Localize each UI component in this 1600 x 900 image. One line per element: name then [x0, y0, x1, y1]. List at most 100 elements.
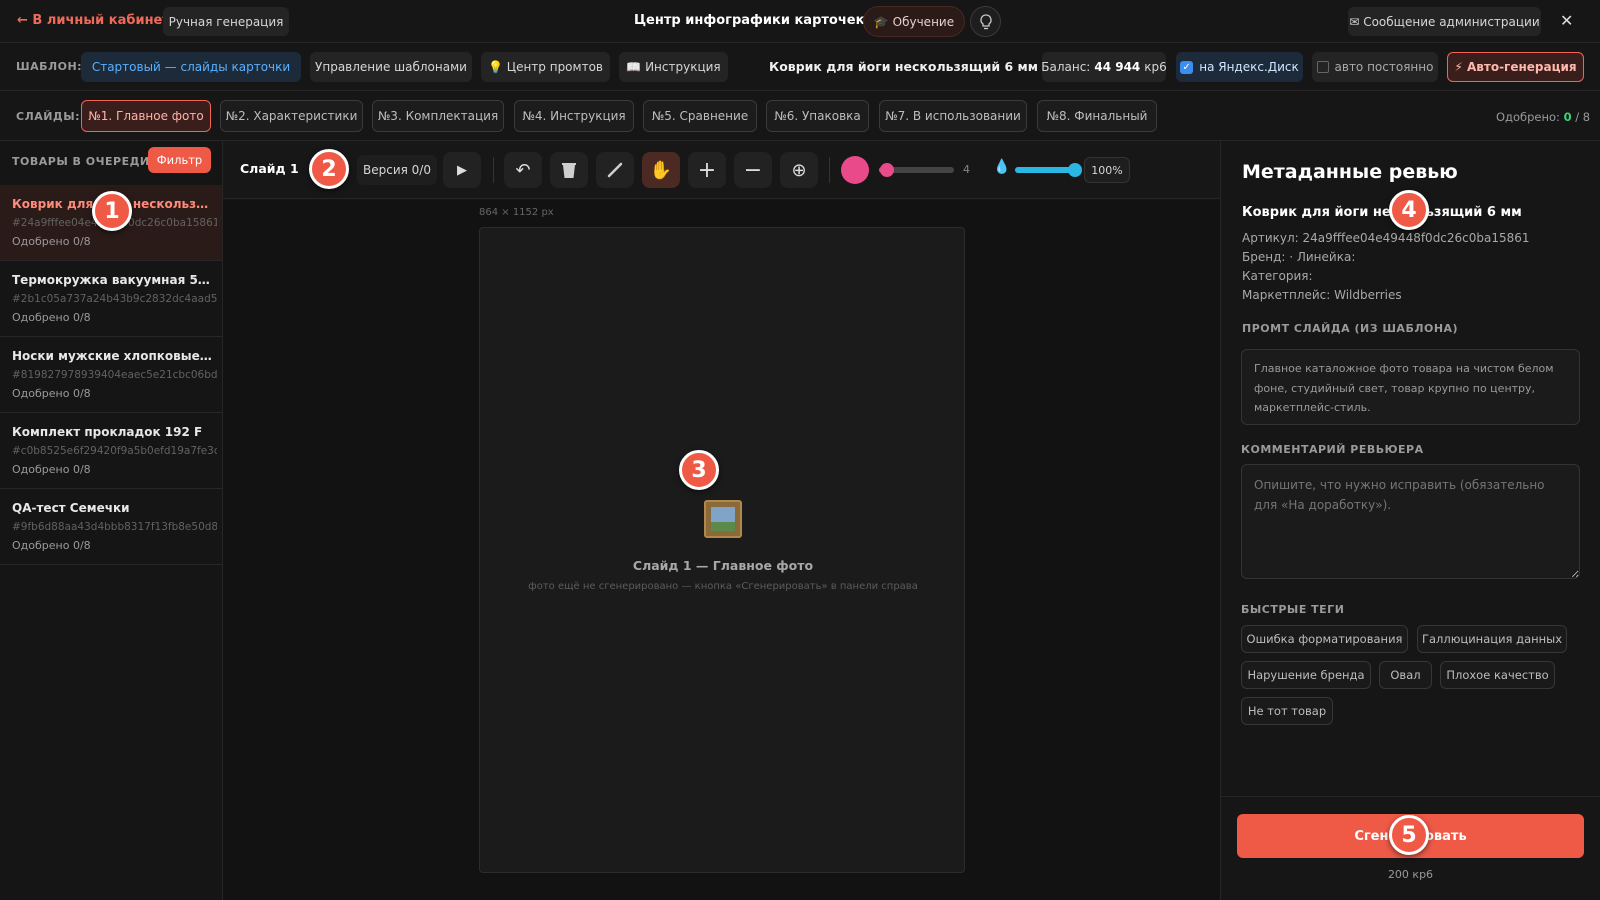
slide-tab-1[interactable]: №1. Главное фото — [81, 100, 211, 132]
queue-title: ТОВАРЫ В ОЧЕРЕДИ — [12, 155, 150, 168]
slide-canvas[interactable]: Слайд 1 — Главное фото фото ещё не сгене… — [479, 227, 965, 873]
review-footer-divider — [1221, 796, 1600, 797]
lightbulb-icon[interactable] — [970, 6, 1001, 37]
balance-label: Баланс: — [1041, 60, 1091, 74]
slide-tab-8[interactable]: №8. Финальный — [1037, 100, 1157, 132]
approved-label: Одобрено: — [1496, 110, 1560, 124]
queue-item-title: Носки мужские хлопковые набор 5 пар — [12, 349, 212, 363]
slide-tab-6[interactable]: №6. Упаковка — [766, 100, 869, 132]
queue-item-id: #819827978939404eaec5e21cbc06bdcb — [12, 369, 217, 381]
image-placeholder-icon — [704, 500, 742, 538]
top-bar: ← В личный кабинет Ручная генерация Цент… — [0, 0, 1600, 43]
queue-item-approved: Одобрено 0/8 — [12, 311, 91, 324]
queue-item[interactable]: Термокружка вакуумная 500 мл стальная #2… — [0, 261, 222, 337]
slide-tab-3[interactable]: №3. Комплектация — [372, 100, 504, 132]
toolbar-divider — [493, 157, 494, 183]
queue-item[interactable]: Комплект прокладок 192 F #c0b8525e6f2942… — [0, 413, 222, 489]
canvas-dimensions: 864 × 1152 px — [479, 207, 554, 218]
version-select[interactable]: Версия 0/0 — [357, 155, 437, 185]
zoom-in-icon[interactable]: + — [688, 152, 726, 188]
queue-item[interactable]: QA-тест Семечки #9fb6d88aa43d4bbb8317f13… — [0, 489, 222, 565]
tags-label: БЫСТРЫЕ ТЕГИ — [1241, 603, 1345, 616]
review-marketplace: Маркетплейс: Wildberries — [1242, 288, 1402, 302]
quick-tag[interactable]: Овал — [1379, 661, 1432, 689]
review-product: Коврик для йоги нескользящий 6 мм — [1242, 205, 1522, 220]
slides-bar: СЛАЙДЫ: №1. Главное фото №2. Характерист… — [0, 91, 1600, 141]
queue-item[interactable]: Носки мужские хлопковые набор 5 пар #819… — [0, 337, 222, 413]
slide-title: Слайд 1 — Главное фото — [632, 558, 814, 573]
template-bar: ШАБЛОН: Стартовый — слайды карточки Упра… — [0, 43, 1600, 91]
badge-5: 5 — [1389, 815, 1429, 855]
slide-label: Слайд 1 — [240, 161, 299, 176]
undo-icon[interactable]: ↶ — [504, 152, 542, 188]
brush-icon[interactable] — [596, 152, 634, 188]
current-product-title: Коврик для йоги нескользящий 6 мм — [769, 59, 1038, 74]
review-category: Категория: — [1242, 269, 1313, 283]
review-brand: Бренд: · Линейка: — [1242, 250, 1356, 264]
quick-tag[interactable]: Нарушение бренда — [1241, 661, 1371, 689]
template-label: ШАБЛОН: — [16, 60, 83, 73]
queue-item-title: QA-тест Семечки — [12, 501, 130, 515]
slide-tab-2[interactable]: №2. Характеристики — [220, 100, 363, 132]
back-link[interactable]: ← В личный кабинет — [17, 13, 170, 28]
brush-size-knob[interactable] — [879, 163, 894, 177]
queue-sidebar: ТОВАРЫ В ОЧЕРЕДИ Фильтр Коврик для йоги … — [0, 141, 223, 900]
queue-item-id: #9fb6d88aa43d4bbb8317f13fb8e50d8b — [12, 521, 217, 533]
toolbar-divider — [829, 157, 830, 183]
manage-templates-button[interactable]: Управление шаблонами — [310, 52, 472, 82]
filter-button[interactable]: Фильтр — [148, 147, 211, 173]
slide-tab-5[interactable]: №5. Сравнение — [643, 100, 757, 132]
queue-item-title: Комплект прокладок 192 F — [12, 425, 203, 439]
brush-size-slider[interactable] — [879, 163, 954, 177]
prompt-text: Главное каталожное фото товара на чистом… — [1254, 362, 1554, 414]
review-title: Метаданные ревью — [1242, 161, 1458, 183]
instruction-button[interactable]: 📖 Инструкция — [619, 52, 728, 82]
slides-label: СЛАЙДЫ: — [16, 110, 81, 123]
template-select[interactable]: Стартовый — слайды карточки — [81, 52, 301, 82]
prompt-center-button[interactable]: 💡 Центр промтов — [481, 52, 610, 82]
prompt-box: Главное каталожное фото товара на чистом… — [1241, 349, 1580, 425]
zoom-out-icon[interactable]: − — [734, 152, 772, 188]
badge-3: 3 — [679, 450, 719, 490]
approved-value: 0 — [1563, 110, 1572, 124]
approved-counter: Одобрено: 0 / 8 — [1496, 110, 1590, 124]
slide-tab-4[interactable]: №4. Инструкция — [514, 100, 634, 132]
quick-tag[interactable]: Галлюцинация данных — [1417, 625, 1567, 653]
slide-tab-7[interactable]: №7. В использовании — [879, 100, 1027, 132]
hand-icon[interactable]: ✋ — [642, 152, 680, 188]
quick-tag[interactable]: Не тот товар — [1241, 697, 1333, 725]
prompt-label: ПРОМТ СЛАЙДА (ИЗ ШАБЛОНА) — [1242, 322, 1459, 335]
badge-1: 1 — [92, 191, 132, 231]
close-icon[interactable]: ✕ — [1560, 11, 1573, 30]
approved-total: / 8 — [1575, 110, 1591, 124]
reviewer-comment-input[interactable] — [1241, 464, 1580, 579]
queue-item-approved: Одобрено 0/8 — [12, 539, 91, 552]
badge-4: 4 — [1389, 190, 1429, 230]
opacity-slider[interactable] — [1015, 163, 1082, 177]
fit-view-icon[interactable]: ⊕ — [780, 152, 818, 188]
quick-tag[interactable]: Ошибка форматирования — [1241, 625, 1408, 653]
opacity-knob[interactable] — [1068, 163, 1082, 177]
learning-button[interactable]: 🎓 Обучение — [863, 6, 965, 37]
admin-message-button[interactable]: ✉ Сообщение администрации — [1348, 7, 1541, 36]
queue-item-approved: Одобрено 0/8 — [12, 387, 91, 400]
auto-generation-button[interactable]: ⚡ Авто-генерация — [1447, 52, 1584, 82]
manual-generation-button[interactable]: Ручная генерация — [163, 7, 289, 36]
play-icon[interactable]: ▶ — [443, 152, 481, 188]
checkbox-unchecked-icon[interactable] — [1316, 61, 1329, 73]
yandex-disk-label: на Яндекс.Диск — [1199, 60, 1299, 74]
queue-item-approved: Одобрено 0/8 — [12, 463, 91, 476]
brush-color-swatch[interactable] — [841, 156, 869, 184]
review-article: Артикул: 24a9fffee04e49448f0dc26c0ba1586… — [1242, 231, 1530, 245]
generate-cost: 200 кр6 — [1387, 868, 1434, 881]
trash-icon[interactable] — [550, 152, 588, 188]
checkbox-checked-icon[interactable]: ✓ — [1180, 60, 1194, 74]
balance-badge: Баланс: 44 944 кр6 — [1041, 52, 1167, 82]
badge-2: 2 — [309, 149, 349, 189]
drop-icon: 💧 — [993, 159, 1011, 175]
quick-tag[interactable]: Плохое качество — [1440, 661, 1555, 689]
auto-always-toggle[interactable]: авто постоянно — [1312, 52, 1438, 82]
queue-item-id: #2b1c05a737a24b43b9c2832dc4aad5d4 — [12, 293, 217, 305]
yandex-disk-toggle[interactable]: ✓ на Яндекс.Диск — [1176, 52, 1303, 82]
editor-toolbar: Слайд 1 Версия 0/0 ▶ ↶ ✋ + − ⊕ 4 💧 100% — [223, 141, 1220, 199]
